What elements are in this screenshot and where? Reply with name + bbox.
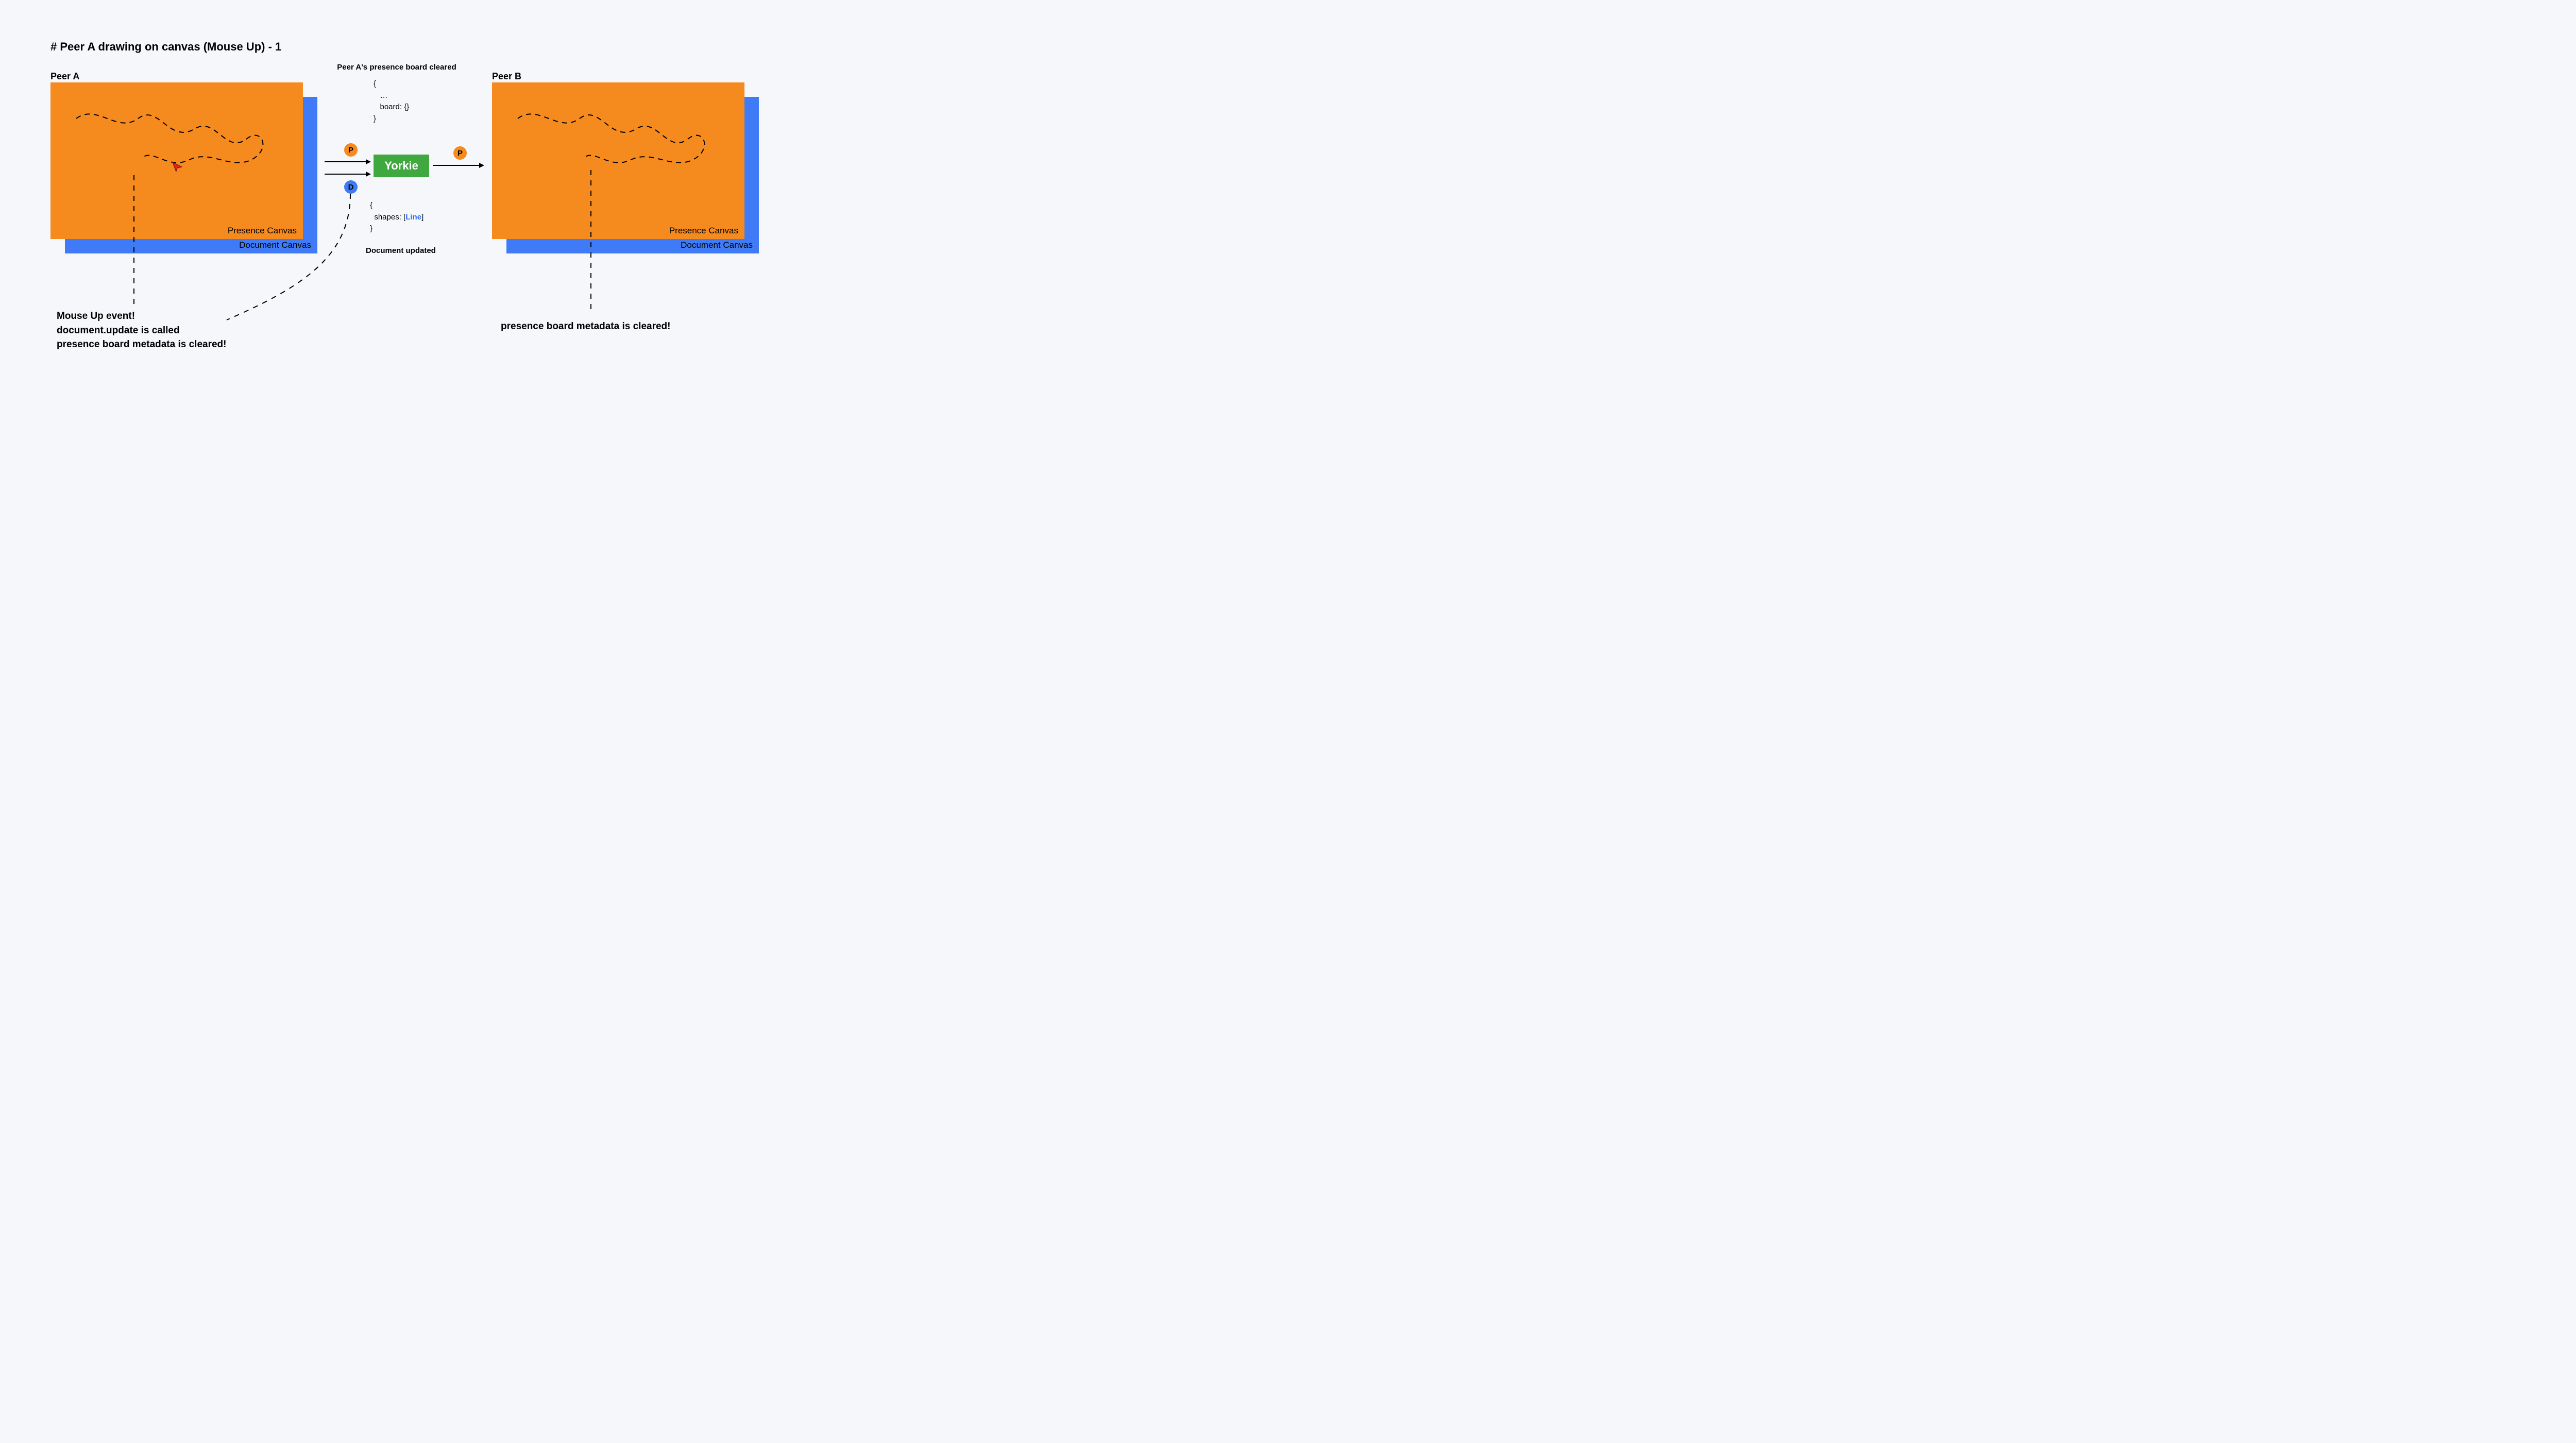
- arrow-p-to-yorkie: [325, 158, 371, 166]
- peer-b-connector: [590, 170, 592, 314]
- peer-a-note-line2: document.update is called: [57, 324, 226, 338]
- peer-b-document-canvas-label: Document Canvas: [681, 240, 753, 250]
- yorkie-server: Yorkie: [374, 155, 429, 177]
- document-badge: D: [344, 180, 358, 194]
- doc-code-prefix: { shapes: [: [370, 201, 405, 222]
- presence-code: { … board: {} }: [374, 78, 409, 125]
- doc-code-link: Line: [405, 213, 421, 222]
- peer-b-presence-canvas: Presence Canvas: [492, 82, 744, 239]
- peer-b-presence-canvas-label: Presence Canvas: [669, 226, 738, 236]
- yorkie-label: Yorkie: [384, 159, 418, 173]
- diagram-title: # Peer A drawing on canvas (Mouse Up) - …: [50, 40, 281, 54]
- arrow-yorkie-to-peer-b: [433, 161, 484, 169]
- peer-b-note: presence board metadata is cleared!: [501, 319, 670, 334]
- peer-a-note-line3: presence board metadata is cleared!: [57, 337, 226, 352]
- cursor-icon: [172, 161, 183, 173]
- peer-b-canvas-stack: Document Canvas Presence Canvas: [492, 82, 759, 253]
- drawn-line-squiggle: [507, 98, 724, 185]
- arrow-d-to-yorkie: [325, 170, 371, 178]
- document-caption: Document updated: [366, 246, 436, 255]
- badge-d-label: D: [348, 183, 354, 192]
- presence-badge-right: P: [453, 146, 467, 160]
- peer-a-cursor-connector: [133, 175, 135, 307]
- d-badge-connector: [222, 194, 355, 328]
- presence-badge-left: P: [344, 143, 358, 157]
- peer-a-label: Peer A: [50, 71, 79, 82]
- peer-b-label: Peer B: [492, 71, 521, 82]
- peer-a-note-line1: Mouse Up event!: [57, 309, 226, 324]
- peer-a-note: Mouse Up event! document.update is calle…: [57, 309, 226, 352]
- badge-p-label: P: [348, 146, 353, 155]
- badge-p-label-right: P: [457, 149, 463, 158]
- document-code: { shapes: [Line] }: [370, 200, 423, 235]
- presence-caption: Peer A's presence board cleared: [330, 63, 464, 72]
